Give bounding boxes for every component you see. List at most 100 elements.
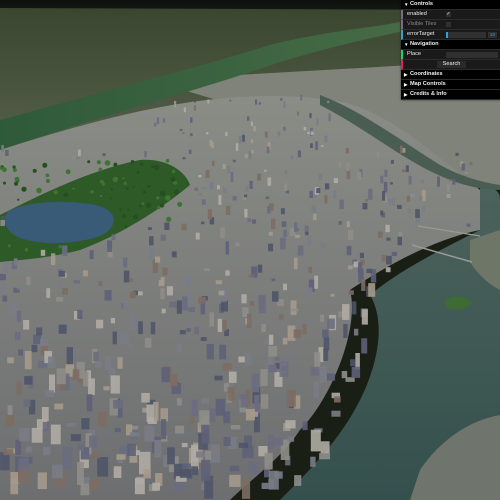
building	[220, 227, 225, 238]
enabled-row[interactable]: enabled ✓	[401, 10, 500, 20]
building	[303, 126, 307, 131]
search-button-label: Search	[436, 61, 467, 68]
building	[87, 300, 92, 305]
building	[181, 223, 187, 231]
building	[318, 174, 323, 180]
building	[245, 185, 249, 192]
park-tree	[122, 214, 126, 219]
building	[162, 118, 166, 123]
building	[40, 249, 46, 256]
building	[342, 304, 350, 320]
building	[229, 474, 241, 487]
park-tree	[170, 176, 176, 182]
park-tree	[96, 160, 101, 165]
building	[52, 464, 63, 479]
building	[33, 334, 41, 344]
building	[103, 386, 110, 391]
building	[196, 451, 205, 458]
building	[242, 134, 245, 142]
map-controls-folder-label: Map Controls	[410, 81, 446, 87]
building	[127, 443, 136, 456]
building	[43, 447, 51, 456]
building	[202, 187, 206, 190]
building	[129, 291, 136, 299]
building	[327, 373, 336, 381]
credits-folder-title[interactable]: ▶ Credits & Info	[401, 90, 500, 100]
park-tree	[24, 248, 29, 252]
building	[230, 425, 241, 430]
building	[58, 324, 67, 334]
coordinates-folder-label: Coordinates	[410, 71, 443, 77]
building	[209, 182, 214, 190]
place-row[interactable]: Place	[401, 50, 500, 60]
park-tree	[125, 187, 129, 190]
building	[293, 329, 302, 339]
park-tree	[17, 198, 20, 201]
visible-tiles-label: Visible Tiles	[407, 21, 437, 27]
building	[222, 320, 227, 331]
building	[397, 205, 402, 209]
search-button[interactable]: Search	[401, 60, 500, 70]
building	[141, 392, 150, 403]
building	[228, 371, 237, 383]
enabled-checkbox[interactable]: ✓	[446, 12, 451, 17]
building	[42, 421, 50, 432]
building	[129, 278, 134, 282]
building	[284, 170, 288, 175]
building	[339, 199, 344, 210]
building	[235, 143, 239, 151]
error-target-value[interactable]: 10	[488, 31, 497, 38]
park-tree	[147, 184, 151, 188]
controls-folder-title[interactable]: ▼ Controls	[401, 0, 500, 10]
building	[209, 408, 216, 423]
building	[214, 375, 223, 381]
building	[268, 346, 277, 357]
building	[338, 221, 342, 225]
building	[323, 348, 329, 361]
park-tree	[45, 178, 51, 184]
building	[272, 291, 279, 302]
building	[247, 314, 252, 329]
park-tree	[159, 190, 166, 197]
building	[325, 183, 330, 190]
building	[66, 347, 73, 365]
building	[240, 394, 248, 408]
building	[201, 459, 211, 481]
building	[150, 322, 156, 335]
building	[265, 196, 270, 200]
building	[209, 312, 215, 327]
building	[181, 443, 188, 448]
park-tree	[122, 177, 125, 180]
error-target-row[interactable]: errorTarget 10	[401, 30, 500, 40]
building	[280, 98, 283, 101]
building	[71, 156, 75, 159]
map-controls-folder-title[interactable]: ▶ Map Controls	[401, 80, 500, 90]
building	[117, 357, 123, 369]
building	[400, 145, 403, 154]
building	[129, 314, 135, 331]
navigation-folder-title[interactable]: ▼ Navigation	[401, 40, 500, 50]
controls-folder-label: Controls	[410, 1, 433, 7]
building	[307, 235, 312, 246]
error-target-slider[interactable]	[446, 31, 486, 38]
building	[327, 100, 330, 104]
building	[78, 149, 81, 157]
building	[179, 469, 192, 478]
visible-tiles-checkbox[interactable]: ✓	[446, 22, 451, 27]
building	[391, 198, 395, 206]
building	[153, 401, 159, 421]
building	[310, 456, 316, 467]
building	[354, 328, 359, 336]
building	[107, 240, 113, 252]
building	[300, 94, 303, 101]
building	[280, 208, 285, 215]
building	[54, 483, 66, 488]
building	[229, 99, 232, 102]
coordinates-folder-title[interactable]: ▶ Coordinates	[401, 70, 500, 80]
visible-tiles-row[interactable]: Visible Tiles ✓	[401, 20, 500, 30]
building	[258, 102, 261, 105]
place-input[interactable]	[446, 51, 498, 58]
map-viewport[interactable]: ▼ Controls enabled ✓ Visible Tiles ✓ err…	[0, 0, 500, 500]
park-tree	[14, 181, 18, 186]
building	[144, 151, 147, 158]
